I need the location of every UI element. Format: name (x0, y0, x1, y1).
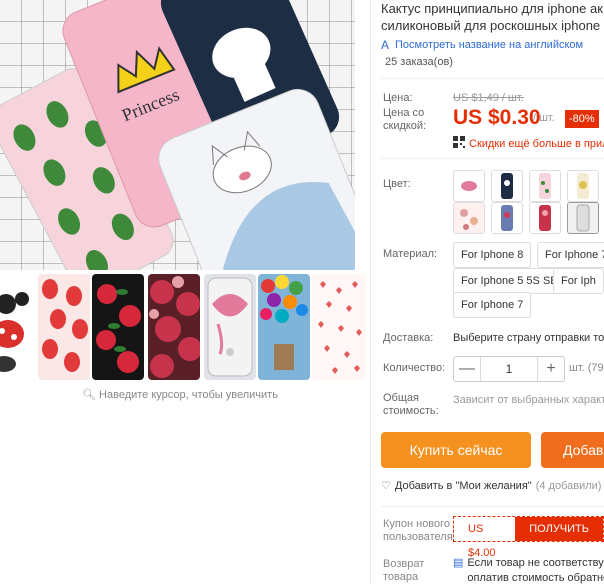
total-cost-label: Общая стоимость: (383, 392, 439, 418)
color-swatch-4[interactable] (567, 170, 599, 202)
get-coupon-button[interactable]: ПОЛУЧИТЬ (515, 517, 603, 541)
discount-price-label-line-2: скидкой: (383, 120, 427, 132)
return-policy-line-2: оплатив стоимость обратно (467, 572, 604, 584)
material-option-4[interactable]: For Iph (553, 268, 604, 294)
material-option-2[interactable]: For Iphone 7 (537, 242, 604, 268)
material-label: Материал: (383, 248, 438, 260)
total-cost-label-line-2: стоимость: (383, 405, 439, 417)
add-to-wishlist-link[interactable]: ♡ Добавить в "Мои желания" (4 добавили) (381, 479, 602, 493)
thumbnail-7[interactable] (312, 274, 366, 380)
add-to-cart-button[interactable]: Добав (541, 432, 604, 468)
quantity-input[interactable]: 1 (480, 357, 538, 381)
thumbnail-4[interactable] (148, 274, 200, 380)
product-info-panel: Кактус принципиально для iphone ак силик… (371, 0, 604, 584)
qr-code-icon (453, 136, 465, 151)
color-swatch-5[interactable] (453, 202, 485, 234)
quantity-stepper: — 1 + (453, 356, 565, 382)
thumbnail-5[interactable] (204, 274, 256, 380)
quantity-increase-button[interactable]: + (538, 360, 564, 378)
app-promo-text: Скидки ещё больше в прило (469, 137, 604, 150)
thumbnail-strip (0, 274, 366, 382)
discounted-price: US $0.30 (453, 106, 541, 129)
divider-line (381, 158, 604, 159)
thumbnail-3[interactable] (92, 274, 144, 380)
thumbnail-1[interactable] (0, 274, 36, 380)
material-option-3[interactable]: For Iphone 5 5S SE (453, 268, 566, 294)
wishlist-count: (4 добавили) (535, 479, 602, 492)
price-label: Цена: (383, 92, 413, 104)
divider-line (381, 78, 604, 79)
return-policy-label-line-2: товара (383, 571, 419, 583)
discount-price-label-line-1: Цена со (383, 107, 425, 119)
orders-count: 25 заказа(ов) (385, 56, 453, 68)
coupon-value: US $4.00 (454, 517, 516, 559)
zoom-hint: 🔍︎ Наведите курсор, чтобы увеличить (82, 388, 278, 401)
material-option-1[interactable]: For Iphone 8 (453, 242, 532, 268)
zoom-hint-text: Наведите курсор, чтобы увеличить (99, 389, 278, 401)
product-title: Кактус принципиально для iphone ак силик… (381, 0, 604, 34)
wishlist-label: Добавить в "Мои желания" (394, 479, 532, 492)
original-price: US $1,49 / шт. (453, 92, 524, 104)
color-swatch-7[interactable] (529, 202, 561, 234)
main-product-image[interactable]: Princess (0, 0, 355, 270)
return-policy-label-line-1: Возврат (383, 558, 425, 570)
translate-title-link[interactable]: A Посмотреть название на английском (381, 38, 583, 52)
document-icon: ▤ (453, 557, 464, 569)
product-title-line-2: силиконовый для роскошных iphone (381, 18, 601, 33)
new-user-coupon-label-line-1: Купон нового (383, 518, 451, 530)
total-cost-value: Зависит от выбранных характе (453, 394, 604, 406)
color-swatch-2[interactable] (491, 170, 523, 202)
quantity-label: Количество: (383, 362, 446, 374)
translate-icon: A (381, 38, 390, 52)
thumbnail-2[interactable] (38, 274, 90, 380)
new-user-coupon-label: Купон нового пользователя (383, 518, 453, 544)
app-promo-link[interactable]: Скидки ещё больше в прило (453, 136, 604, 151)
discount-price-label: Цена со скидкой: (383, 107, 426, 133)
color-swatch-8[interactable] (567, 202, 599, 234)
buy-now-button[interactable]: Купить сейчас (381, 432, 531, 468)
discount-badge: -80% (565, 110, 599, 128)
return-policy-info: ▤ Если товар не соответствует оплатив ст… (453, 556, 604, 584)
color-swatch-1[interactable] (453, 170, 485, 202)
color-label: Цвет: (383, 178, 411, 190)
delivery-country-select[interactable]: Выберите страну отправки товар (453, 332, 604, 344)
product-gallery: Princess 🔍︎ Наведите курсор, чтобы увели… (0, 0, 366, 584)
material-option-5[interactable]: For Iphone 7 (453, 292, 532, 318)
color-swatch-6[interactable] (491, 202, 523, 234)
quantity-decrease-button[interactable]: — (454, 360, 480, 378)
thumbnail-6[interactable] (258, 274, 310, 380)
new-user-coupon: US $4.00 ПОЛУЧИТЬ (453, 516, 604, 559)
divider-line (381, 506, 604, 507)
translate-label: Посмотреть название на английском (395, 39, 584, 51)
total-cost-label-line-1: Общая (383, 392, 419, 404)
heart-icon: ♡ (381, 480, 391, 492)
price-unit: / шт. (533, 112, 555, 124)
return-policy-line-1: Если товар не соответствует (467, 557, 604, 569)
magnifier-icon: 🔍︎ (82, 389, 96, 401)
return-policy-label: Возврат товара (383, 558, 424, 584)
new-user-coupon-label-line-2: пользователя (383, 531, 453, 543)
product-title-line-1: Кактус принципиально для iphone ак (381, 1, 603, 16)
color-swatch-3[interactable] (529, 170, 561, 202)
quantity-available: шт. (7944 шт (569, 362, 604, 374)
delivery-label: Доставка: (383, 332, 434, 344)
